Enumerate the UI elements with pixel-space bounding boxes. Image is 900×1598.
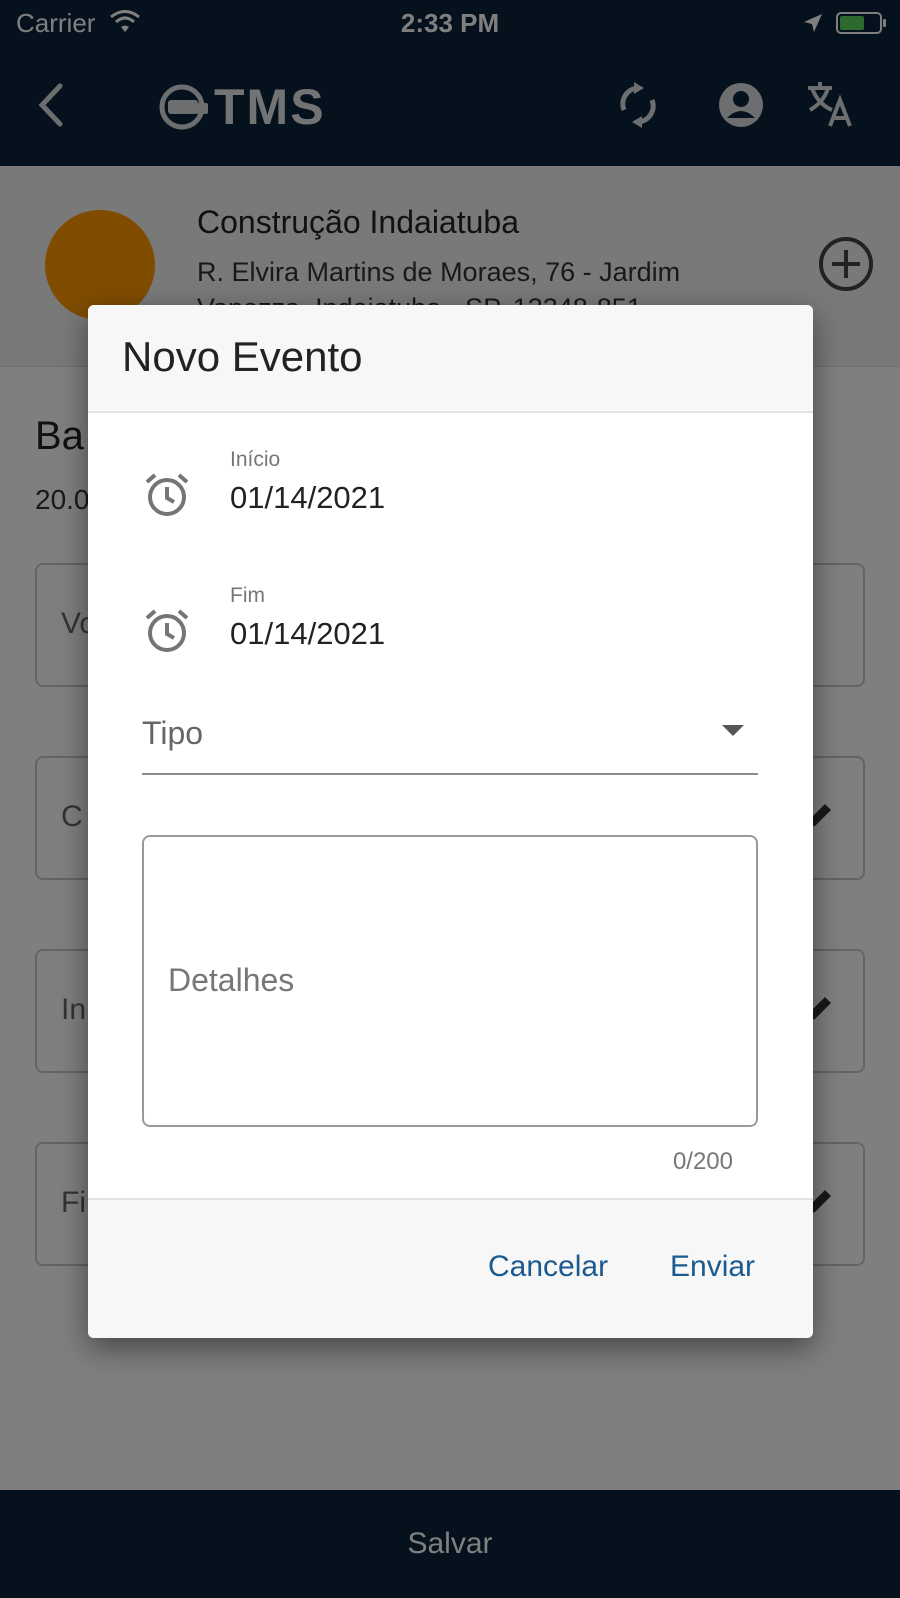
start-date-field[interactable]: Início 01/14/2021 [88,448,813,538]
start-date-value[interactable]: 01/14/2021 [230,480,385,516]
caret-down-icon[interactable] [722,725,744,736]
type-select[interactable]: Tipo [142,695,758,775]
start-date-label: Início [230,448,281,471]
dialog-title: Novo Evento [122,333,363,380]
end-date-label: Fim [230,584,265,607]
details-char-counter: 0/200 [672,1148,733,1175]
type-select-label: Tipo [142,715,204,751]
alarm-clock-icon [144,472,190,523]
dialog-footer: Cancelar Enviar [88,1198,813,1338]
end-date-value[interactable]: 01/14/2021 [230,616,385,652]
send-button[interactable]: Enviar [670,1250,755,1284]
end-date-field[interactable]: Fim 01/14/2021 [88,584,813,674]
dialog-header: Novo Evento [88,305,813,413]
cancel-button[interactable]: Cancelar [488,1250,608,1284]
new-event-dialog: Novo Evento Início 01/14/2021 Fim 01/14/… [88,305,813,1338]
details-textarea[interactable] [142,835,758,1127]
alarm-clock-icon [144,608,190,659]
